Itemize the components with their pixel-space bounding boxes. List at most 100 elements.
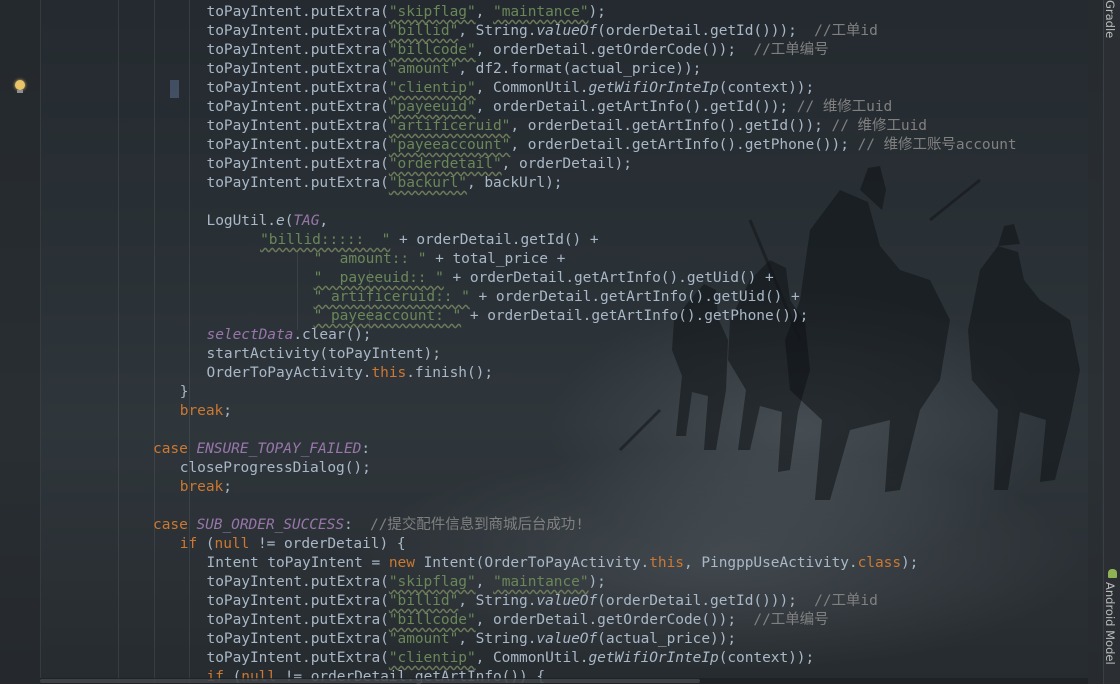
- code-line[interactable]: " amount:: " + total_price +: [314, 250, 566, 269]
- code-line[interactable]: toPayIntent.putExtra("clientip", CommonU…: [207, 649, 815, 668]
- indent-guide: [118, 0, 119, 684]
- code-token: (: [205, 536, 215, 552]
- code-token: "billid": [388, 593, 459, 609]
- code-line[interactable]: selectData.clear();: [207, 326, 372, 345]
- code-token: case: [153, 517, 197, 533]
- code-line[interactable]: "billid::::: " + orderDetail.getId() +: [260, 231, 599, 250]
- code-token: toPayIntent.putExtra(: [206, 80, 389, 96]
- code-token: (orderDetail.getId()));: [597, 593, 815, 609]
- code-line[interactable]: " payeeuid:: " + orderDetail.getArtInfo(…: [314, 269, 774, 288]
- code-token: //提交配件信息到商城后台成功!: [370, 517, 584, 533]
- code-token: " payeeuid:: ": [313, 270, 444, 286]
- horizontal-scrollbar[interactable]: [40, 678, 1088, 684]
- code-token: Intent toPayIntent =: [206, 555, 389, 571]
- code-token: ,: [475, 574, 494, 590]
- code-token: "maintance": [493, 574, 589, 590]
- code-token: "artificeruid": [388, 118, 511, 134]
- error-stripe[interactable]: [1088, 0, 1102, 684]
- code-token: .clear();: [293, 327, 372, 343]
- code-token: , orderDetail.getArtInfo().getId());: [510, 118, 832, 134]
- code-line[interactable]: if (null != orderDetail) {: [180, 535, 406, 554]
- code-token: , df2.format(actual_price));: [458, 61, 702, 77]
- code-token: }: [179, 384, 189, 400]
- code-line[interactable]: closeProgressDialog();: [180, 459, 371, 478]
- code-line[interactable]: toPayIntent.putExtra("billid", String.va…: [207, 592, 878, 611]
- code-token: "amount": [388, 631, 459, 647]
- code-line[interactable]: case ENSURE_TOPAY_FAILED:: [153, 440, 370, 459]
- code-line[interactable]: }: [180, 383, 189, 402]
- code-line[interactable]: break;: [180, 402, 232, 421]
- code-line[interactable]: toPayIntent.putExtra("artificeruid", ord…: [207, 117, 927, 136]
- code-token: toPayIntent.putExtra(: [206, 593, 389, 609]
- code-line[interactable]: startActivity(toPayIntent);: [207, 345, 441, 364]
- code-line[interactable]: toPayIntent.putExtra("amount", String.va…: [207, 630, 737, 649]
- code-token: TAG: [293, 213, 320, 229]
- code-token: toPayIntent.putExtra(: [206, 61, 389, 77]
- horizontal-scroll-thumb[interactable]: [40, 679, 700, 683]
- code-line[interactable]: toPayIntent.putExtra("orderdetail", orde…: [207, 155, 632, 174]
- code-token: (orderDetail.getId()));: [597, 23, 815, 39]
- code-token: toPayIntent.putExtra(: [206, 42, 389, 58]
- code-token: valueOf: [536, 593, 598, 609]
- code-token: , orderDetail.getOrderCode());: [475, 612, 754, 628]
- code-line[interactable]: toPayIntent.putExtra("amount", df2.forma…: [207, 60, 702, 79]
- code-token: " amount:: ": [313, 251, 427, 267]
- code-line[interactable]: toPayIntent.putExtra("skipflag", "mainta…: [207, 3, 606, 22]
- code-token: // 维修工uid: [831, 118, 927, 134]
- lightbulb-icon[interactable]: [14, 80, 26, 94]
- code-line[interactable]: LogUtil.e(TAG,: [207, 212, 329, 231]
- code-token: //工单编号: [753, 42, 829, 58]
- code-token: (context));: [718, 80, 815, 96]
- indent-guide: [189, 0, 190, 684]
- code-token: "amount": [388, 61, 459, 77]
- code-token: toPayIntent.putExtra(: [206, 4, 389, 20]
- code-token: toPayIntent.putExtra(: [206, 118, 389, 134]
- ide-window: toPayIntent.putExtra( "skipflag", "mainta…: [0, 0, 1120, 684]
- code-token: this: [649, 555, 684, 571]
- code-token: ;: [223, 403, 232, 419]
- code-token: );: [901, 555, 919, 571]
- code-token: toPayIntent.putExtra(: [206, 650, 389, 666]
- code-token: this: [371, 365, 407, 381]
- code-line[interactable]: OrderToPayActivity.this.finish();: [207, 364, 494, 383]
- code-token: " artificeruid:: ": [313, 289, 470, 305]
- code-token: , String.: [458, 23, 537, 39]
- code-token: );: [588, 574, 606, 590]
- code-token: , orderDetail);: [501, 156, 632, 172]
- code-token: "skipflag": [388, 574, 476, 590]
- code-line[interactable]: toPayIntent.putExtra("billcode", orderDe…: [207, 41, 829, 60]
- code-token: if: [179, 536, 206, 552]
- code-token: startActivity(toPayIntent);: [206, 346, 441, 362]
- code-token: new: [388, 555, 424, 571]
- code-token: "billcode": [388, 612, 476, 628]
- code-token: "payeeuid": [388, 99, 476, 115]
- code-line[interactable]: toPayIntent.putExtra("clientip", CommonU…: [207, 79, 815, 98]
- code-line[interactable]: toPayIntent.putExtra("payeeaccount", ord…: [207, 136, 1017, 155]
- code-line[interactable]: toPayIntent.putExtra("billcode", orderDe…: [207, 611, 829, 630]
- tab-android-model[interactable]: Android Model: [1103, 582, 1120, 684]
- code-line[interactable]: " payeeaccount: " + orderDetail.getArtIn…: [314, 307, 809, 326]
- code-token: valueOf: [536, 631, 598, 647]
- code-token: "payeeaccount": [388, 137, 511, 153]
- code-line[interactable]: break;: [180, 478, 232, 497]
- code-token: (actual_price));: [597, 631, 737, 647]
- code-token: e: [276, 213, 285, 229]
- code-token: toPayIntent.putExtra(: [206, 156, 389, 172]
- code-token: "clientip": [388, 80, 476, 96]
- code-token: class: [857, 555, 901, 571]
- tab-gradle[interactable]: Gradle: [1103, 0, 1120, 44]
- code-token: toPayIntent.putExtra(: [206, 175, 389, 191]
- code-line[interactable]: toPayIntent.putExtra("backurl", backUrl)…: [207, 174, 563, 193]
- editor-gutter[interactable]: [0, 0, 41, 684]
- code-token: , CommonUtil.: [475, 80, 589, 96]
- code-line[interactable]: " artificeruid:: " + orderDetail.getArtI…: [314, 288, 800, 307]
- code-token: "billid::::: ": [260, 232, 391, 248]
- code-token: getWifiOrInteIp: [588, 80, 719, 96]
- code-line[interactable]: toPayIntent.putExtra("skipflag", "mainta…: [207, 573, 606, 592]
- android-icon: [1108, 569, 1117, 578]
- code-token: //工单编号: [753, 612, 829, 628]
- code-line[interactable]: toPayIntent.putExtra("payeeuid", orderDe…: [207, 98, 893, 117]
- code-line[interactable]: case SUB_ORDER_SUCCESS: //提交配件信息到商城后台成功!: [153, 516, 584, 535]
- code-line[interactable]: toPayIntent.putExtra("billid", String.va…: [207, 22, 878, 41]
- code-line[interactable]: Intent toPayIntent = new Intent(OrderToP…: [207, 554, 919, 573]
